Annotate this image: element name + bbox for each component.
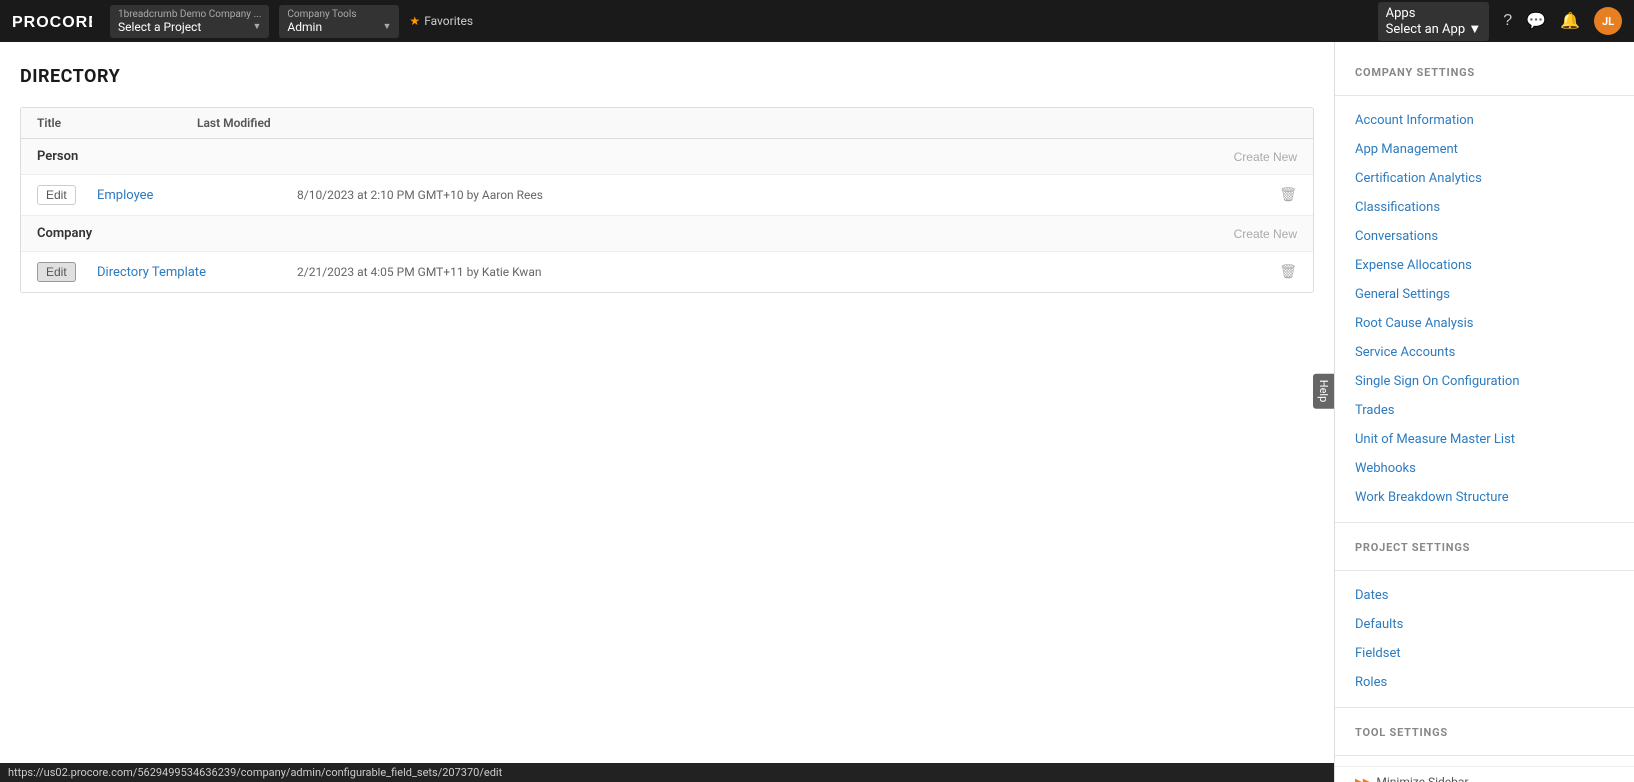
section-row-person: Person Create New	[21, 139, 1313, 175]
project-settings-divider	[1335, 522, 1634, 523]
sidebar-item-unit-of-measure[interactable]: Unit of Measure Master List	[1335, 425, 1634, 454]
project-settings-title: PROJECT SETTINGS	[1335, 533, 1634, 560]
sidebar-item-service-accounts[interactable]: Service Accounts	[1335, 338, 1634, 367]
svg-text:PROCORE: PROCORE	[12, 14, 92, 31]
sidebar-item-conversations[interactable]: Conversations	[1335, 222, 1634, 251]
tool-settings-divider2	[1335, 755, 1634, 756]
minimize-arrow-icon: ▶▶	[1355, 777, 1370, 782]
favorites-button[interactable]: ★ Favorites	[409, 14, 473, 28]
status-url: https://us02.procore.com/562949953463623…	[8, 766, 502, 779]
sidebar-item-webhooks[interactable]: Webhooks	[1335, 454, 1634, 483]
directory-table: Title Last Modified Person Create New Ed…	[20, 107, 1314, 293]
employee-title: Employee	[97, 188, 297, 203]
bottom-status-bar: https://us02.procore.com/562949953463623…	[0, 763, 1334, 782]
help-tab[interactable]: Help	[1313, 374, 1334, 409]
sidebar-item-classifications[interactable]: Classifications	[1335, 193, 1634, 222]
sidebar-item-trades[interactable]: Trades	[1335, 396, 1634, 425]
nav-right: Apps Select an App ▼ ? 💬 🔔 JL	[1378, 2, 1622, 41]
project-settings-divider2	[1335, 570, 1634, 571]
section-row-company: Company Create New	[21, 216, 1313, 252]
company-settings-title: COMPANY SETTINGS	[1335, 58, 1634, 85]
sidebar-item-work-breakdown[interactable]: Work Breakdown Structure	[1335, 483, 1634, 512]
delete-directory-template-icon[interactable]: 🗑	[1267, 264, 1297, 280]
sidebar-item-expense-allocations[interactable]: Expense Allocations	[1335, 251, 1634, 280]
procore-logo: PROCORE	[12, 10, 92, 32]
apps-arrow-icon: ▼	[1468, 22, 1481, 37]
col-modified-header: Last Modified	[197, 116, 1257, 130]
col-actions-header	[1257, 116, 1297, 130]
breadcrumb-dropdown[interactable]: 1breadcrumb Demo Company ... Select a Pr…	[110, 5, 269, 38]
main-layout: DIRECTORY Title Last Modified Person Cre…	[0, 42, 1634, 782]
create-new-company-button[interactable]: Create New	[1234, 227, 1297, 241]
sidebar-item-general-settings[interactable]: General Settings	[1335, 280, 1634, 309]
right-sidebar: COMPANY SETTINGS Account Information App…	[1334, 42, 1634, 782]
sidebar-item-single-sign-on[interactable]: Single Sign On Configuration	[1335, 367, 1634, 396]
directory-template-title: Directory Template	[97, 265, 297, 280]
col-title-header: Title	[37, 116, 197, 130]
select-app-label: Select an App ▼	[1386, 21, 1482, 37]
tool-settings-divider	[1335, 707, 1634, 708]
company-tools-arrow-icon: ▼	[383, 21, 392, 32]
breadcrumb-arrow-icon: ▼	[253, 21, 262, 32]
content-area: DIRECTORY Title Last Modified Person Cre…	[0, 42, 1334, 782]
apps-label: Apps	[1386, 6, 1482, 21]
minimize-sidebar-button[interactable]: ▶▶ Minimize Sidebar	[1335, 766, 1634, 782]
tool-settings-title: TOOL SETTINGS	[1335, 718, 1634, 745]
sidebar-item-dates[interactable]: Dates	[1335, 581, 1634, 610]
section-person-label: Person	[37, 149, 1234, 164]
chat-icon-button[interactable]: 💬	[1526, 11, 1546, 31]
star-icon: ★	[409, 14, 420, 28]
table-row: Edit Directory Template 2/21/2023 at 4:0…	[21, 252, 1313, 292]
create-new-person-button[interactable]: Create New	[1234, 150, 1297, 164]
help-tab-label: Help	[1317, 380, 1330, 403]
page-title: DIRECTORY	[20, 66, 1314, 87]
employee-modified: 8/10/2023 at 2:10 PM GMT+10 by Aaron Ree…	[297, 188, 1267, 202]
minimize-sidebar-label: Minimize Sidebar	[1376, 775, 1468, 782]
delete-employee-icon[interactable]: 🗑	[1267, 187, 1297, 203]
table-header: Title Last Modified	[21, 108, 1313, 139]
help-icon-button[interactable]: ?	[1503, 12, 1512, 30]
topnav: PROCORE 1breadcrumb Demo Company ... Sel…	[0, 0, 1634, 42]
apps-dropdown[interactable]: Apps Select an App ▼	[1378, 2, 1490, 41]
directory-template-modified: 2/21/2023 at 4:05 PM GMT+11 by Katie Kwa…	[297, 265, 1267, 279]
sidebar-item-app-management[interactable]: App Management	[1335, 135, 1634, 164]
company-tools-label: Company Tools	[287, 9, 391, 20]
section-company-label: Company	[37, 226, 1234, 241]
sidebar-item-account-information[interactable]: Account Information	[1335, 106, 1634, 135]
notifications-icon-button[interactable]: 🔔	[1560, 11, 1580, 31]
edit-employee-button[interactable]: Edit	[37, 185, 76, 205]
sidebar-item-certification-analytics[interactable]: Certification Analytics	[1335, 164, 1634, 193]
company-tools-dropdown[interactable]: Company Tools Admin ▼	[279, 5, 399, 38]
table-row: Edit Employee 8/10/2023 at 2:10 PM GMT+1…	[21, 175, 1313, 216]
company-settings-divider	[1335, 95, 1634, 96]
sidebar-item-defaults[interactable]: Defaults	[1335, 610, 1634, 639]
breadcrumb-company-label: 1breadcrumb Demo Company ...	[118, 9, 261, 20]
sidebar-item-roles[interactable]: Roles	[1335, 668, 1634, 697]
breadcrumb-project-label: Select a Project ▼	[118, 20, 261, 34]
edit-directory-template-button[interactable]: Edit	[37, 262, 76, 282]
admin-label: Admin ▼	[287, 20, 391, 34]
avatar[interactable]: JL	[1594, 7, 1622, 35]
sidebar-item-fieldset[interactable]: Fieldset	[1335, 639, 1634, 668]
sidebar-item-root-cause-analysis[interactable]: Root Cause Analysis	[1335, 309, 1634, 338]
